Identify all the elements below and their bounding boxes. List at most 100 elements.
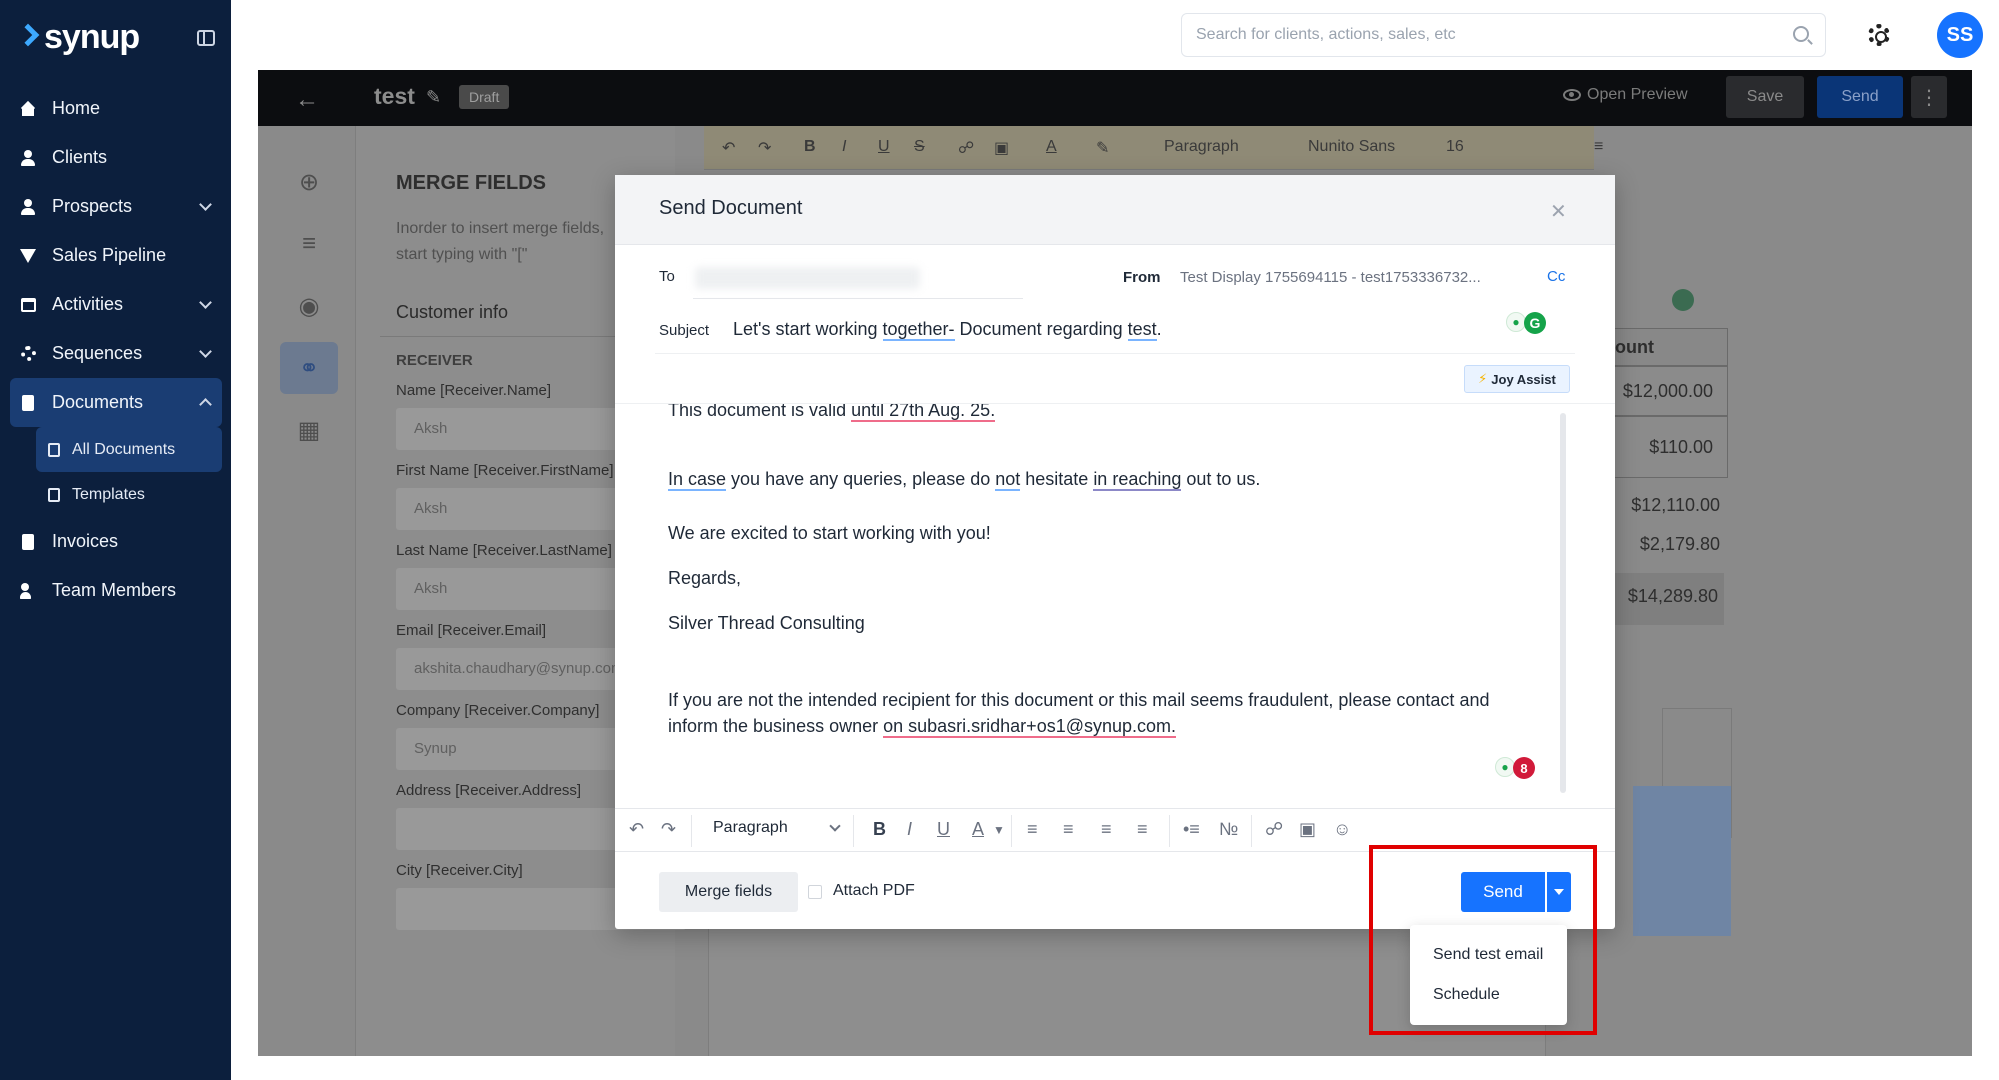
chevron-up-icon[interactable] [199, 398, 212, 411]
merge-fields-button[interactable]: Merge fields [659, 872, 798, 912]
sidebar-item-activities[interactable]: Activities [10, 280, 222, 329]
sidebar-item-sequences[interactable]: Sequences [10, 329, 222, 378]
undo-icon[interactable]: ↶ [629, 819, 644, 840]
body-line: inform the business owner on subasri.sri… [668, 713, 1177, 739]
image-icon[interactable]: ▣ [994, 138, 1009, 158]
sidebar-item-documents[interactable]: Documents [10, 378, 222, 427]
body-text: in reaching [1093, 469, 1182, 491]
attach-pdf-checkbox[interactable] [808, 885, 822, 899]
edit-pencil-icon[interactable]: ✎ [426, 87, 441, 108]
italic-icon[interactable]: I [907, 819, 912, 840]
underline-icon[interactable]: U [878, 138, 890, 156]
grammarly-count-badge: 8 [1513, 757, 1535, 779]
cc-button[interactable]: Cc [1547, 268, 1565, 285]
italic-icon[interactable]: I [842, 138, 846, 156]
merge-fields-description: Inorder to insert merge fields, start ty… [396, 220, 605, 263]
open-preview-button[interactable]: Open Preview [1563, 86, 1688, 104]
chevron-down-icon[interactable] [829, 820, 841, 832]
align-left-icon[interactable]: ≡ [1027, 819, 1038, 840]
align-center-icon[interactable]: ≡ [1063, 819, 1074, 840]
redo-icon[interactable]: ↷ [758, 138, 771, 158]
emoji-icon[interactable]: ☺ [1333, 819, 1351, 840]
subject-input[interactable]: Let's start working together- Document r… [733, 319, 1162, 341]
sidebar-item-team-members[interactable]: Team Members [10, 566, 222, 615]
link-icon[interactable]: ⚭ [280, 342, 338, 394]
bullet-list-icon[interactable]: •≡ [1183, 819, 1200, 840]
font-size-select[interactable]: 16 [1446, 138, 1464, 156]
status-badge: Draft [459, 85, 510, 109]
palette-icon[interactable]: ◉ [280, 280, 338, 332]
avatar[interactable]: SS [1937, 12, 1983, 58]
grammarly-widget[interactable]: ● G [1506, 312, 1546, 334]
sidebar-item-label: Invoices [52, 531, 119, 551]
redo-icon[interactable]: ↷ [661, 819, 676, 840]
close-icon[interactable]: ✕ [1550, 199, 1567, 224]
chevron-down-icon[interactable]: ▼ [993, 823, 1005, 837]
strikethrough-icon[interactable]: S [914, 138, 925, 156]
body-text: on subasri.sridhar+os1@synup.com. [883, 716, 1177, 738]
text-color-icon[interactable]: A [1046, 138, 1057, 156]
sidebar-item-invoices[interactable]: Invoices [10, 517, 222, 566]
top-bar: SS [231, 0, 1999, 70]
font-family-select[interactable]: Nunito Sans [1308, 138, 1395, 156]
sidebar-subitem-all-documents[interactable]: All Documents [36, 427, 222, 472]
sidebar-item-prospects[interactable]: Prospects [10, 182, 222, 231]
numbered-list-icon[interactable]: № [1219, 819, 1238, 840]
body-scrollbar[interactable] [1560, 413, 1566, 793]
align-right-icon[interactable]: ≡ [1101, 819, 1112, 840]
block-type-select[interactable]: Paragraph [1164, 138, 1239, 156]
link-icon[interactable]: ☍ [958, 138, 974, 158]
body-text: inform the business owner [668, 716, 884, 736]
underline-icon[interactable]: U [937, 819, 950, 840]
sidebar-item-sales-pipeline[interactable]: Sales Pipeline [10, 231, 222, 280]
body-line: If you are not the intended recipient fo… [668, 690, 1490, 710]
more-options-icon[interactable]: ⋮ [1911, 76, 1947, 118]
merge-fields-title: MERGE FIELDS [396, 172, 547, 194]
align-justify-icon[interactable]: ≡ [1137, 819, 1148, 840]
body-line: We are excited to start working with you… [668, 523, 991, 543]
highlight-icon[interactable]: ✎ [1096, 138, 1109, 158]
block-type-select[interactable]: Paragraph [713, 819, 788, 837]
search-icon[interactable] [1793, 26, 1809, 42]
tab-customer-info[interactable]: Customer info [396, 302, 508, 323]
sidebar-subitem-templates[interactable]: Templates [36, 472, 222, 517]
user-icon [20, 149, 36, 166]
sidebar-item-home[interactable]: Home [10, 84, 222, 133]
subject-text: Let's start working [733, 319, 883, 339]
open-preview-label: Open Preview [1587, 86, 1688, 103]
joy-assist-button[interactable]: ⚡ Joy Assist [1464, 365, 1570, 393]
header-send-button[interactable]: Send [1817, 76, 1903, 118]
grammarly-widget[interactable]: ● 8 [1495, 757, 1535, 779]
link-icon[interactable]: ☍ [1265, 819, 1283, 840]
settings-sliders-icon[interactable]: ≡ [280, 218, 338, 270]
divider [693, 298, 1023, 299]
settings-gear-icon[interactable] [1868, 24, 1890, 46]
receiver-section-title: RECEIVER [396, 352, 473, 369]
text-color-icon[interactable]: A [972, 819, 984, 840]
undo-icon[interactable]: ↶ [722, 138, 735, 158]
synup-logo[interactable]: synup [18, 18, 218, 57]
sidebar-item-clients[interactable]: Clients [10, 133, 222, 182]
bulb-icon: ● [1495, 757, 1515, 777]
chevron-down-icon[interactable] [199, 198, 212, 211]
attach-pdf-label[interactable]: Attach PDF [833, 882, 915, 900]
send-document-modal: Send Document ✕ To From Test Display 175… [615, 175, 1615, 929]
collapse-sidebar-icon[interactable] [197, 30, 215, 46]
field-label: Email [Receiver.Email] [396, 622, 547, 639]
bold-icon[interactable]: B [804, 138, 816, 156]
email-body-editor[interactable]: This document is valid until 27th Aug. 2… [615, 404, 1615, 784]
to-field[interactable] [695, 267, 920, 289]
grid-icon[interactable]: ▦ [280, 404, 338, 456]
search-input[interactable] [1182, 14, 1825, 56]
sidebar-item-label: Clients [52, 147, 108, 167]
align-left-icon[interactable]: ≡ [1594, 138, 1603, 156]
back-arrow-icon[interactable]: ← [295, 86, 319, 114]
add-block-icon[interactable]: ⊕ [280, 156, 338, 208]
image-icon[interactable]: ▣ [1299, 819, 1316, 840]
chevron-down-icon[interactable] [199, 296, 212, 309]
invoice-icon [20, 533, 36, 550]
chevron-down-icon[interactable] [199, 345, 212, 358]
from-field[interactable]: Test Display 1755694115 - test1753336732… [1180, 269, 1520, 286]
bold-icon[interactable]: B [873, 819, 886, 840]
save-button[interactable]: Save [1726, 76, 1804, 118]
